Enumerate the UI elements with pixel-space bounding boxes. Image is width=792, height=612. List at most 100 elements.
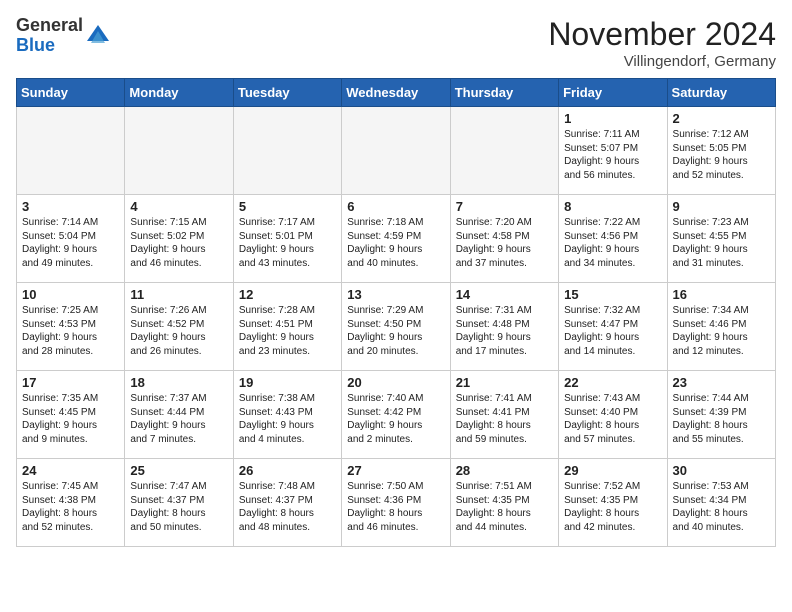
calendar-cell <box>450 107 558 195</box>
month-title: November 2024 <box>548 16 776 53</box>
day-info: Sunrise: 7:23 AM Sunset: 4:55 PM Dayligh… <box>673 216 770 270</box>
day-info: Sunrise: 7:43 AM Sunset: 4:40 PM Dayligh… <box>564 392 661 446</box>
day-info: Sunrise: 7:41 AM Sunset: 4:41 PM Dayligh… <box>456 392 553 446</box>
day-number: 6 <box>347 199 444 214</box>
calendar-cell: 21 Sunrise: 7:41 AM Sunset: 4:41 PM Dayli… <box>450 371 558 459</box>
calendar-cell: 10Sunrise: 7:25 AM Sunset: 4:53 PM Dayli… <box>17 283 125 371</box>
day-number: 2 <box>673 111 770 126</box>
calendar-cell: 15 Sunrise: 7:32 AM Sunset: 4:47 PM Dayli… <box>559 283 667 371</box>
day-info: Sunrise: 7:40 AM Sunset: 4:42 PM Dayligh… <box>347 392 444 446</box>
day-info: Sunrise: 7:38 AM Sunset: 4:43 PM Dayligh… <box>239 392 336 446</box>
day-info: Sunrise: 7:53 AM Sunset: 4:34 PM Dayligh… <box>673 480 770 534</box>
calendar-cell <box>233 107 341 195</box>
day-number: 18 <box>130 375 227 390</box>
day-info: Sunrise: 7:28 AM Sunset: 4:51 PM Dayligh… <box>239 304 336 358</box>
title-block: November 2024 Villingendorf, Germany <box>548 16 776 70</box>
logo-text: General Blue <box>16 16 83 56</box>
day-number: 9 <box>673 199 770 214</box>
calendar-cell: 8Sunrise: 7:22 AM Sunset: 4:56 PM Daylig… <box>559 195 667 283</box>
calendar-cell: 20 Sunrise: 7:40 AM Sunset: 4:42 PM Dayli… <box>342 371 450 459</box>
day-number: 24 <box>22 463 119 478</box>
weekday-header-monday: Monday <box>125 79 233 107</box>
day-number: 15 <box>564 287 661 302</box>
calendar-cell: 1 Sunrise: 7:11 AM Sunset: 5:07 PM Daylig… <box>559 107 667 195</box>
calendar-cell: 13 Sunrise: 7:29 AM Sunset: 4:50 PM Dayli… <box>342 283 450 371</box>
calendar-cell: 3 Sunrise: 7:14 AM Sunset: 5:04 PM Daylig… <box>17 195 125 283</box>
weekday-header-saturday: Saturday <box>667 79 775 107</box>
day-info: Sunrise: 7:17 AM Sunset: 5:01 PM Dayligh… <box>239 216 336 270</box>
day-number: 16 <box>673 287 770 302</box>
day-number: 10 <box>22 287 119 302</box>
week-row-2: 3 Sunrise: 7:14 AM Sunset: 5:04 PM Daylig… <box>17 195 776 283</box>
day-info: Sunrise: 7:12 AM Sunset: 5:05 PM Dayligh… <box>673 128 770 182</box>
calendar-cell: 27 Sunrise: 7:50 AM Sunset: 4:36 PM Dayli… <box>342 459 450 547</box>
day-info: Sunrise: 7:26 AM Sunset: 4:52 PM Dayligh… <box>130 304 227 358</box>
calendar-cell <box>342 107 450 195</box>
day-number: 28 <box>456 463 553 478</box>
calendar-cell <box>17 107 125 195</box>
calendar-table: SundayMondayTuesdayWednesdayThursdayFrid… <box>16 78 776 547</box>
calendar-cell: 17Sunrise: 7:35 AM Sunset: 4:45 PM Dayli… <box>17 371 125 459</box>
week-row-3: 10Sunrise: 7:25 AM Sunset: 4:53 PM Dayli… <box>17 283 776 371</box>
day-info: Sunrise: 7:52 AM Sunset: 4:35 PM Dayligh… <box>564 480 661 534</box>
day-info: Sunrise: 7:15 AM Sunset: 5:02 PM Dayligh… <box>130 216 227 270</box>
calendar-cell <box>125 107 233 195</box>
day-number: 23 <box>673 375 770 390</box>
day-info: Sunrise: 7:11 AM Sunset: 5:07 PM Dayligh… <box>564 128 661 182</box>
day-info: Sunrise: 7:47 AM Sunset: 4:37 PM Dayligh… <box>130 480 227 534</box>
weekday-header-row: SundayMondayTuesdayWednesdayThursdayFrid… <box>17 79 776 107</box>
logo: General Blue <box>16 16 113 56</box>
weekday-header-sunday: Sunday <box>17 79 125 107</box>
calendar-cell: 26 Sunrise: 7:48 AM Sunset: 4:37 PM Dayli… <box>233 459 341 547</box>
day-info: Sunrise: 7:29 AM Sunset: 4:50 PM Dayligh… <box>347 304 444 358</box>
calendar-cell: 22 Sunrise: 7:43 AM Sunset: 4:40 PM Dayli… <box>559 371 667 459</box>
day-number: 30 <box>673 463 770 478</box>
day-info: Sunrise: 7:50 AM Sunset: 4:36 PM Dayligh… <box>347 480 444 534</box>
day-number: 4 <box>130 199 227 214</box>
day-info: Sunrise: 7:18 AM Sunset: 4:59 PM Dayligh… <box>347 216 444 270</box>
day-number: 27 <box>347 463 444 478</box>
logo-blue: Blue <box>16 36 83 56</box>
weekday-header-wednesday: Wednesday <box>342 79 450 107</box>
calendar-cell: 25 Sunrise: 7:47 AM Sunset: 4:37 PM Dayli… <box>125 459 233 547</box>
day-number: 26 <box>239 463 336 478</box>
calendar-cell: 16 Sunrise: 7:34 AM Sunset: 4:46 PM Dayli… <box>667 283 775 371</box>
day-number: 29 <box>564 463 661 478</box>
calendar-cell: 4 Sunrise: 7:15 AM Sunset: 5:02 PM Daylig… <box>125 195 233 283</box>
day-number: 19 <box>239 375 336 390</box>
day-number: 5 <box>239 199 336 214</box>
day-number: 22 <box>564 375 661 390</box>
day-number: 14 <box>456 287 553 302</box>
day-info: Sunrise: 7:51 AM Sunset: 4:35 PM Dayligh… <box>456 480 553 534</box>
day-info: Sunrise: 7:37 AM Sunset: 4:44 PM Dayligh… <box>130 392 227 446</box>
day-number: 3 <box>22 199 119 214</box>
day-number: 7 <box>456 199 553 214</box>
day-info: Sunrise: 7:34 AM Sunset: 4:46 PM Dayligh… <box>673 304 770 358</box>
day-number: 21 <box>456 375 553 390</box>
location: Villingendorf, Germany <box>548 53 776 70</box>
day-number: 1 <box>564 111 661 126</box>
weekday-header-tuesday: Tuesday <box>233 79 341 107</box>
day-info: Sunrise: 7:48 AM Sunset: 4:37 PM Dayligh… <box>239 480 336 534</box>
week-row-1: 1 Sunrise: 7:11 AM Sunset: 5:07 PM Daylig… <box>17 107 776 195</box>
calendar-cell: 9 Sunrise: 7:23 AM Sunset: 4:55 PM Daylig… <box>667 195 775 283</box>
day-info: Sunrise: 7:45 AM Sunset: 4:38 PM Dayligh… <box>22 480 119 534</box>
week-row-4: 17Sunrise: 7:35 AM Sunset: 4:45 PM Dayli… <box>17 371 776 459</box>
day-info: Sunrise: 7:44 AM Sunset: 4:39 PM Dayligh… <box>673 392 770 446</box>
day-info: Sunrise: 7:31 AM Sunset: 4:48 PM Dayligh… <box>456 304 553 358</box>
day-number: 12 <box>239 287 336 302</box>
day-info: Sunrise: 7:32 AM Sunset: 4:47 PM Dayligh… <box>564 304 661 358</box>
calendar-cell: 18 Sunrise: 7:37 AM Sunset: 4:44 PM Dayli… <box>125 371 233 459</box>
weekday-header-thursday: Thursday <box>450 79 558 107</box>
day-info: Sunrise: 7:20 AM Sunset: 4:58 PM Dayligh… <box>456 216 553 270</box>
day-number: 8 <box>564 199 661 214</box>
calendar-cell: 5 Sunrise: 7:17 AM Sunset: 5:01 PM Daylig… <box>233 195 341 283</box>
day-info: Sunrise: 7:14 AM Sunset: 5:04 PM Dayligh… <box>22 216 119 270</box>
weekday-header-friday: Friday <box>559 79 667 107</box>
day-number: 13 <box>347 287 444 302</box>
day-number: 25 <box>130 463 227 478</box>
calendar-cell: 12 Sunrise: 7:28 AM Sunset: 4:51 PM Dayli… <box>233 283 341 371</box>
logo-general: General <box>16 16 83 36</box>
calendar-cell: 11Sunrise: 7:26 AM Sunset: 4:52 PM Dayli… <box>125 283 233 371</box>
day-number: 20 <box>347 375 444 390</box>
